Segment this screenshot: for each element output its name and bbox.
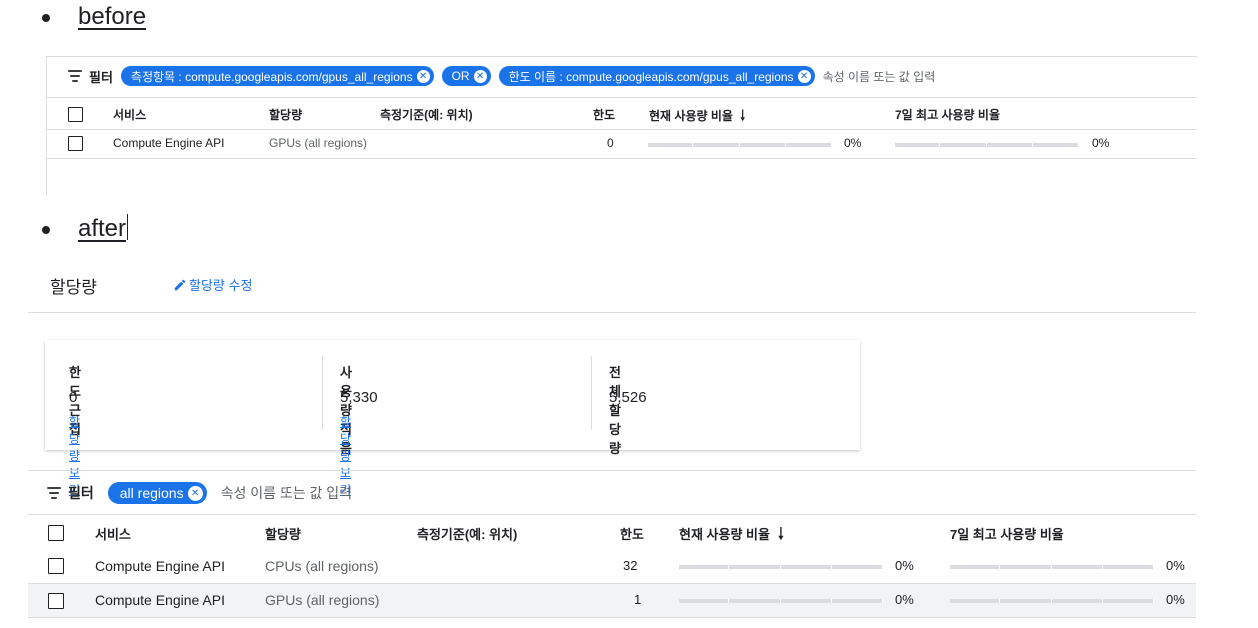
card-value: 5,330	[340, 389, 378, 406]
filter-icon[interactable]	[67, 70, 83, 82]
current-usage-bar	[679, 565, 883, 569]
page-title: 할당량	[50, 278, 97, 297]
card-title: 전체 할당량	[609, 365, 621, 456]
row-checkbox[interactable]	[68, 136, 83, 151]
service-cell[interactable]: Compute Engine API	[95, 558, 225, 574]
current-usage-bar	[648, 143, 832, 147]
after-link[interactable]: after	[78, 214, 129, 243]
peak-usage-pct: 0%	[1166, 592, 1185, 607]
table-row[interactable]: Compute Engine API GPUs (all regions) 0 …	[47, 129, 1197, 159]
filter-label: 필터	[89, 69, 113, 85]
peak-usage-bar	[950, 565, 1154, 569]
table-row[interactable]: Compute Engine API GPUs (all regions) 1 …	[28, 584, 1196, 618]
col-current-usage-label: 현재 사용량 비율	[679, 527, 770, 542]
close-icon[interactable]: ✕	[797, 69, 811, 83]
col-service[interactable]: 서비스	[95, 524, 131, 543]
filter-bar: 필터 측정항목 : compute.googleapis.com/gpus_al…	[67, 65, 935, 87]
filter-chip-or[interactable]: OR ✕	[441, 66, 491, 86]
filter-chip-all-regions[interactable]: all regions ✕	[107, 482, 207, 504]
arrow-down-icon: 🠓	[773, 526, 784, 543]
filter-label: 필터	[68, 485, 94, 501]
current-usage-pct: 0%	[895, 558, 914, 573]
pencil-icon	[174, 279, 186, 290]
before-panel: 필터 측정항목 : compute.googleapis.com/gpus_al…	[46, 56, 1197, 195]
summary-card: 한도 근접 0 할당량 보기 사용량 적음 5,330 할당량 보기 전체 할당…	[45, 340, 860, 497]
col-quota[interactable]: 할당량	[269, 106, 302, 123]
header-divider	[28, 312, 1196, 313]
after-label: after	[78, 215, 127, 242]
filter-chip-limit-name[interactable]: 한도 이름 : compute.googleapis.com/gpus_all_…	[498, 66, 815, 86]
current-usage-bar	[679, 599, 883, 603]
chip-label: OR	[451, 69, 470, 83]
col-service[interactable]: 서비스	[113, 106, 146, 123]
edit-quota-button[interactable]: 할당량 수정	[173, 275, 252, 294]
quota-cell: GPUs (all regions)	[269, 136, 368, 150]
card-divider	[322, 356, 323, 430]
close-icon[interactable]: ✕	[187, 485, 203, 501]
col-current-usage-label: 현재 사용량 비율	[649, 109, 733, 123]
select-all-checkbox[interactable]	[48, 525, 64, 541]
bullet-before	[42, 14, 50, 22]
quota-cell: CPUs (all regions)	[265, 558, 379, 574]
col-dimension[interactable]: 측정기준(예: 위치)	[417, 524, 517, 543]
select-all-checkbox[interactable]	[68, 107, 83, 122]
service-cell[interactable]: Compute Engine API	[95, 592, 225, 608]
card-bottom-divider	[28, 470, 1196, 471]
close-icon[interactable]: ✕	[473, 69, 487, 83]
limit-cell: 0	[607, 136, 614, 150]
quota-table: 서비스 할당량 측정기준(예: 위치) 한도 현재 사용량 비율 🠓 7일 최고…	[28, 514, 1196, 618]
filter-chip-metric[interactable]: 측정항목 : compute.googleapis.com/gpus_all_r…	[120, 66, 434, 86]
filter-icon[interactable]	[46, 487, 62, 499]
arrow-down-icon: 🠓	[736, 107, 746, 123]
row-checkbox[interactable]	[48, 593, 64, 609]
chip-label: 측정항목 : compute.googleapis.com/gpus_all_r…	[130, 69, 413, 84]
quota-cell: GPUs (all regions)	[265, 592, 380, 608]
col-limit[interactable]: 한도	[620, 524, 644, 543]
current-usage-pct: 0%	[844, 136, 862, 150]
row-checkbox[interactable]	[48, 558, 64, 574]
card-value: 5,526	[609, 389, 647, 406]
filter-input[interactable]: 속성 이름 또는 값 입력	[221, 483, 352, 503]
filter-bar: 필터 all regions ✕ 속성 이름 또는 값 입력	[46, 482, 352, 504]
card-value: 0	[69, 389, 78, 406]
chip-label: 한도 이름 : compute.googleapis.com/gpus_all_…	[508, 69, 794, 84]
table-row[interactable]: Compute Engine API CPUs (all regions) 32…	[28, 549, 1196, 584]
bullet-after	[42, 226, 50, 234]
limit-cell: 1	[634, 592, 642, 607]
peak-usage-bar	[950, 599, 1154, 603]
chip-label: all regions	[119, 485, 184, 501]
before-link[interactable]: before	[78, 3, 146, 31]
col-dimension[interactable]: 측정기준(예: 위치)	[380, 106, 473, 123]
text-cursor	[127, 214, 129, 240]
table-header: 서비스 할당량 측정기준(예: 위치) 한도 현재 사용량 비율 🠓 7일 최고…	[28, 514, 1196, 550]
card-divider	[591, 356, 592, 430]
table-header: 서비스 할당량 측정기준(예: 위치) 한도 현재 사용량 비율 🠓 7일 최고…	[47, 97, 1197, 130]
col-quota[interactable]: 할당량	[265, 524, 301, 543]
service-cell[interactable]: Compute Engine API	[113, 136, 224, 150]
current-usage-pct: 0%	[895, 592, 914, 607]
col-current-usage[interactable]: 현재 사용량 비율 🠓	[679, 523, 784, 550]
col-current-usage[interactable]: 현재 사용량 비율 🠓	[649, 105, 745, 129]
edit-quota-label: 할당량 수정	[189, 278, 253, 293]
filter-input[interactable]: 속성 이름 또는 값 입력	[823, 68, 936, 85]
col-peak-usage[interactable]: 7일 최고 사용량 비율	[895, 106, 1000, 123]
peak-usage-pct: 0%	[1092, 136, 1110, 150]
col-limit[interactable]: 한도	[593, 106, 615, 123]
limit-cell: 32	[623, 558, 638, 573]
peak-usage-bar	[895, 143, 1079, 147]
peak-usage-pct: 0%	[1166, 558, 1185, 573]
close-icon[interactable]: ✕	[416, 69, 430, 83]
col-peak-usage[interactable]: 7일 최고 사용량 비율	[950, 524, 1064, 543]
